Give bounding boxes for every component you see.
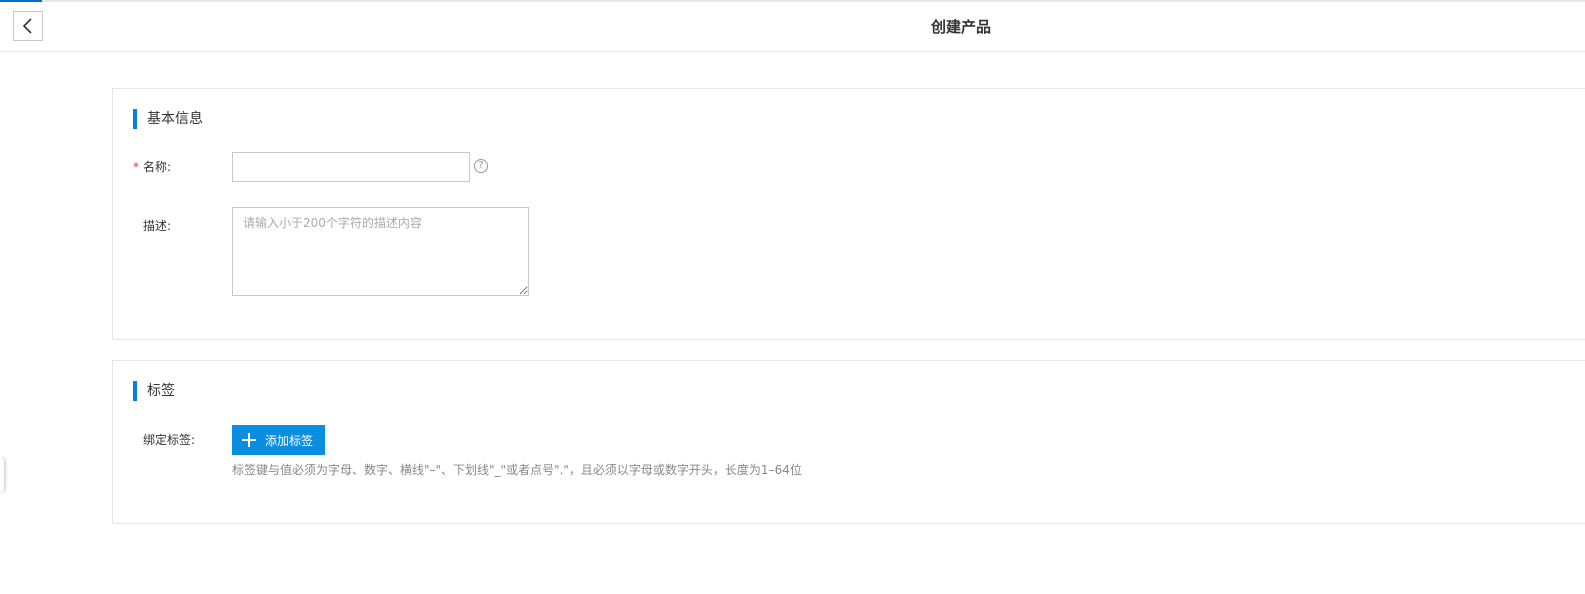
plus-icon xyxy=(242,433,256,447)
page-title: 创建产品 xyxy=(930,18,991,36)
description-label: 描述: xyxy=(143,219,172,233)
tags-section-title: 标签 xyxy=(133,381,175,401)
basic-info-panel: 基本信息 * 名称: ? 描述: xyxy=(112,88,1585,340)
name-label-group: * 名称: xyxy=(133,159,171,175)
name-input[interactable] xyxy=(232,152,470,182)
description-textarea[interactable] xyxy=(232,207,529,296)
required-mark: * xyxy=(133,160,139,174)
tags-panel: 标签 绑定标签: 添加标签 标签键与值必须为字母、数字、横线"–"、下划线"_"… xyxy=(112,360,1585,524)
name-label: 名称: xyxy=(143,160,172,174)
basic-info-section-title: 基本信息 xyxy=(133,109,203,129)
bind-tags-label: 绑定标签: xyxy=(143,433,196,447)
add-tag-button-label: 添加标签 xyxy=(265,433,314,448)
add-tag-button[interactable]: 添加标签 xyxy=(232,425,325,455)
tag-rule-hint: 标签键与值必须为字母、数字、横线"–"、下划线"_"或者点号"."，且必须以字母… xyxy=(232,463,802,477)
question-circle-icon[interactable]: ? xyxy=(474,159,488,173)
side-drawer-handle[interactable] xyxy=(0,458,4,492)
page-header: 创建产品 xyxy=(0,2,1585,52)
